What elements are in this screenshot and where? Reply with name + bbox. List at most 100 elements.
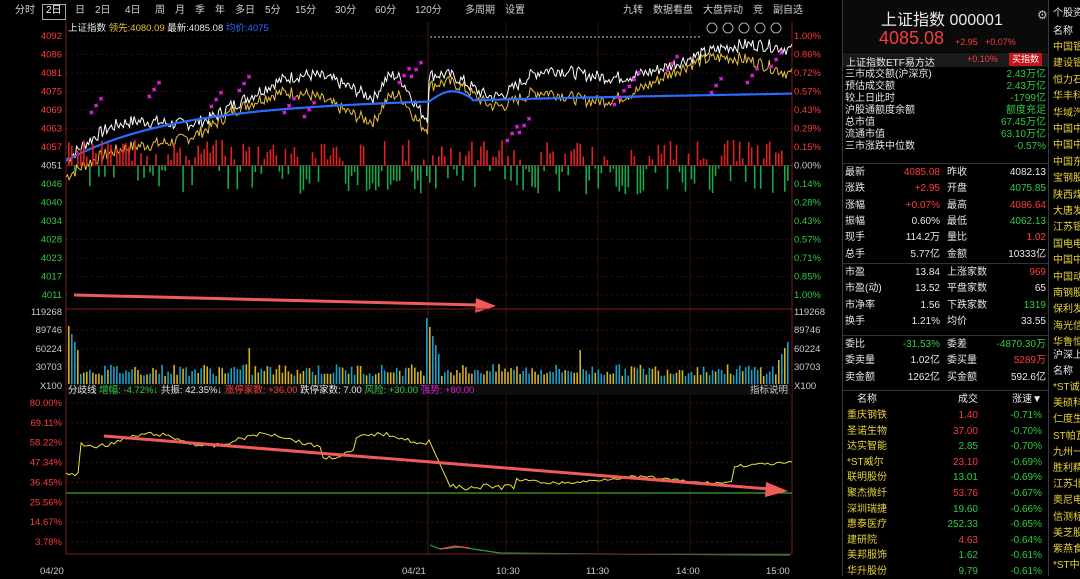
- list-item[interactable]: 惠泰医疗 252.33 -0.65%: [843, 518, 1048, 532]
- settings-gear-icon[interactable]: ⚙: [1037, 8, 1048, 22]
- side-item[interactable]: *ST诚: [1053, 378, 1080, 393]
- side-item[interactable]: 信测标: [1053, 508, 1080, 523]
- period-button-4[interactable]: 4日: [122, 4, 144, 18]
- list-item[interactable]: 华升股份 9.79 -0.61%: [843, 565, 1048, 579]
- list-header-price[interactable]: 成交: [958, 393, 978, 407]
- period-button-16[interactable]: 设置: [502, 4, 528, 18]
- period-button-14[interactable]: 120分: [412, 4, 445, 18]
- list-item[interactable]: 重庆钢铁 1.40 -0.71%: [843, 409, 1048, 423]
- side-header[interactable]: 名称: [1053, 22, 1080, 37]
- list-item[interactable]: 联明股份 13.01 -0.69%: [843, 471, 1048, 485]
- breadth-bar: [531, 165, 533, 187]
- period-button-11[interactable]: 15分: [292, 4, 319, 18]
- side-item[interactable]: 陕西煤: [1053, 186, 1080, 201]
- breadth-bar: [462, 165, 464, 181]
- volume-bar: [173, 364, 175, 386]
- side-item[interactable]: *ST中: [1053, 556, 1080, 571]
- side-item[interactable]: 九州一: [1053, 443, 1080, 458]
- indicator-help-link[interactable]: 指标说明: [750, 384, 788, 396]
- side-item[interactable]: 中国银: [1053, 38, 1080, 53]
- list-header-name[interactable]: 名称: [857, 393, 877, 407]
- breadth-bar: [329, 155, 332, 166]
- side-item[interactable]: 江苏银: [1053, 218, 1080, 233]
- side-tab[interactable]: 沪深上: [1053, 346, 1080, 361]
- marker-dot: [518, 36, 520, 38]
- list-item[interactable]: 圣诺生物 37.00 -0.70%: [843, 425, 1048, 439]
- list-item[interactable]: 聚杰微纤 53.76 -0.67%: [843, 487, 1048, 501]
- period-button-10[interactable]: 5分: [262, 4, 284, 18]
- breadth-bar: [417, 165, 419, 181]
- breadth-bar: [323, 144, 326, 166]
- volume-bar: [233, 367, 236, 386]
- quote-label: 卖金额: [845, 371, 875, 383]
- side-item[interactable]: 海光信: [1053, 317, 1080, 332]
- period-button-7[interactable]: 季: [192, 4, 208, 18]
- tool-button-0[interactable]: 九转: [620, 4, 646, 18]
- side-item[interactable]: 宝钢股: [1053, 169, 1080, 184]
- buy-index-button[interactable]: 买指数: [1009, 53, 1043, 66]
- side-item[interactable]: 紫燕食: [1053, 540, 1080, 555]
- price-tick-left: 4034: [41, 216, 62, 227]
- breadth-bar: [501, 140, 503, 166]
- stock-speed: -0.61%: [1010, 550, 1042, 562]
- list-item[interactable]: 建研院 4.63 -0.64%: [843, 534, 1048, 548]
- side-item[interactable]: 奥尼电: [1053, 491, 1080, 506]
- volume-bar: [125, 370, 127, 386]
- side-item[interactable]: 仁度生: [1053, 410, 1080, 425]
- tool-button-1[interactable]: 数据看盘: [650, 4, 696, 18]
- period-button-6[interactable]: 月: [172, 4, 188, 18]
- side-item[interactable]: 美芝股: [1053, 524, 1080, 539]
- side-item[interactable]: 大唐发: [1053, 202, 1080, 217]
- side-item[interactable]: 恒力石: [1053, 71, 1080, 86]
- list-item[interactable]: 达实智能 2.85 -0.70%: [843, 440, 1048, 454]
- side-item[interactable]: 建设银: [1053, 54, 1080, 69]
- side-tab[interactable]: 个股资: [1053, 4, 1080, 19]
- side-item[interactable]: 中国中: [1053, 120, 1080, 135]
- side-item[interactable]: 美硕科: [1053, 394, 1080, 409]
- list-item[interactable]: *ST威尔 23.10 -0.69%: [843, 456, 1048, 470]
- breadth-bar: [672, 159, 675, 166]
- period-button-8[interactable]: 年: [212, 4, 228, 18]
- period-button-13[interactable]: 60分: [372, 4, 399, 18]
- breadth-bar: [498, 150, 500, 166]
- tool-button-2[interactable]: 大盘异动: [700, 4, 746, 18]
- side-item[interactable]: ST帕瓦: [1053, 427, 1080, 442]
- side-item[interactable]: 中国中: [1053, 136, 1080, 151]
- side-item[interactable]: 保利发: [1053, 300, 1080, 315]
- breadth-bar: [410, 165, 413, 172]
- list-header-speed[interactable]: 涨速▼: [1012, 393, 1042, 407]
- period-button-15[interactable]: 多周期: [462, 4, 498, 18]
- marker-dot: [590, 36, 592, 38]
- quote-label: 下跌家数: [947, 299, 987, 311]
- period-button-9[interactable]: 多日: [232, 4, 258, 18]
- side-item[interactable]: 华域汽: [1053, 104, 1080, 119]
- side-header[interactable]: 名称: [1053, 362, 1080, 377]
- stock-price: 13.01: [952, 472, 978, 484]
- period-button-3[interactable]: 2日: [92, 4, 114, 18]
- period-button-5[interactable]: 周: [152, 4, 168, 18]
- side-item[interactable]: 中国动: [1053, 268, 1080, 283]
- breadth-bar: [377, 165, 380, 187]
- side-item[interactable]: 胜利精: [1053, 459, 1080, 474]
- side-item[interactable]: 中国东: [1053, 153, 1080, 168]
- side-item[interactable]: 国电电: [1053, 235, 1080, 250]
- tool-button-3[interactable]: 竞: [750, 4, 766, 18]
- period-button-2[interactable]: 日: [72, 4, 88, 18]
- quote-value: +0.07%: [905, 199, 940, 211]
- tool-button-4[interactable]: 副自选: [770, 4, 806, 18]
- side-item[interactable]: 江苏北: [1053, 475, 1080, 490]
- period-button-12[interactable]: 30分: [332, 4, 359, 18]
- list-item[interactable]: 美邦服饰 1.62 -0.61%: [843, 549, 1048, 563]
- side-item[interactable]: 华丰科: [1053, 87, 1080, 102]
- side-item[interactable]: 南钢股: [1053, 284, 1080, 299]
- breadth-bar: [314, 157, 317, 166]
- etf-row[interactable]: 上证指数ETF易方达 +0.10% 买指数: [843, 53, 1048, 69]
- side-item[interactable]: 中国中: [1053, 251, 1080, 266]
- period-button-0[interactable]: 分时: [12, 4, 38, 18]
- list-item[interactable]: 深圳瑞捷 19.60 -0.66%: [843, 503, 1048, 517]
- breadth-bar: [188, 160, 190, 166]
- breadth-bar: [374, 165, 377, 191]
- quote-value: 1.56: [920, 299, 940, 311]
- breadth-bar: [299, 165, 302, 194]
- period-button-1[interactable]: 2日: [42, 4, 66, 20]
